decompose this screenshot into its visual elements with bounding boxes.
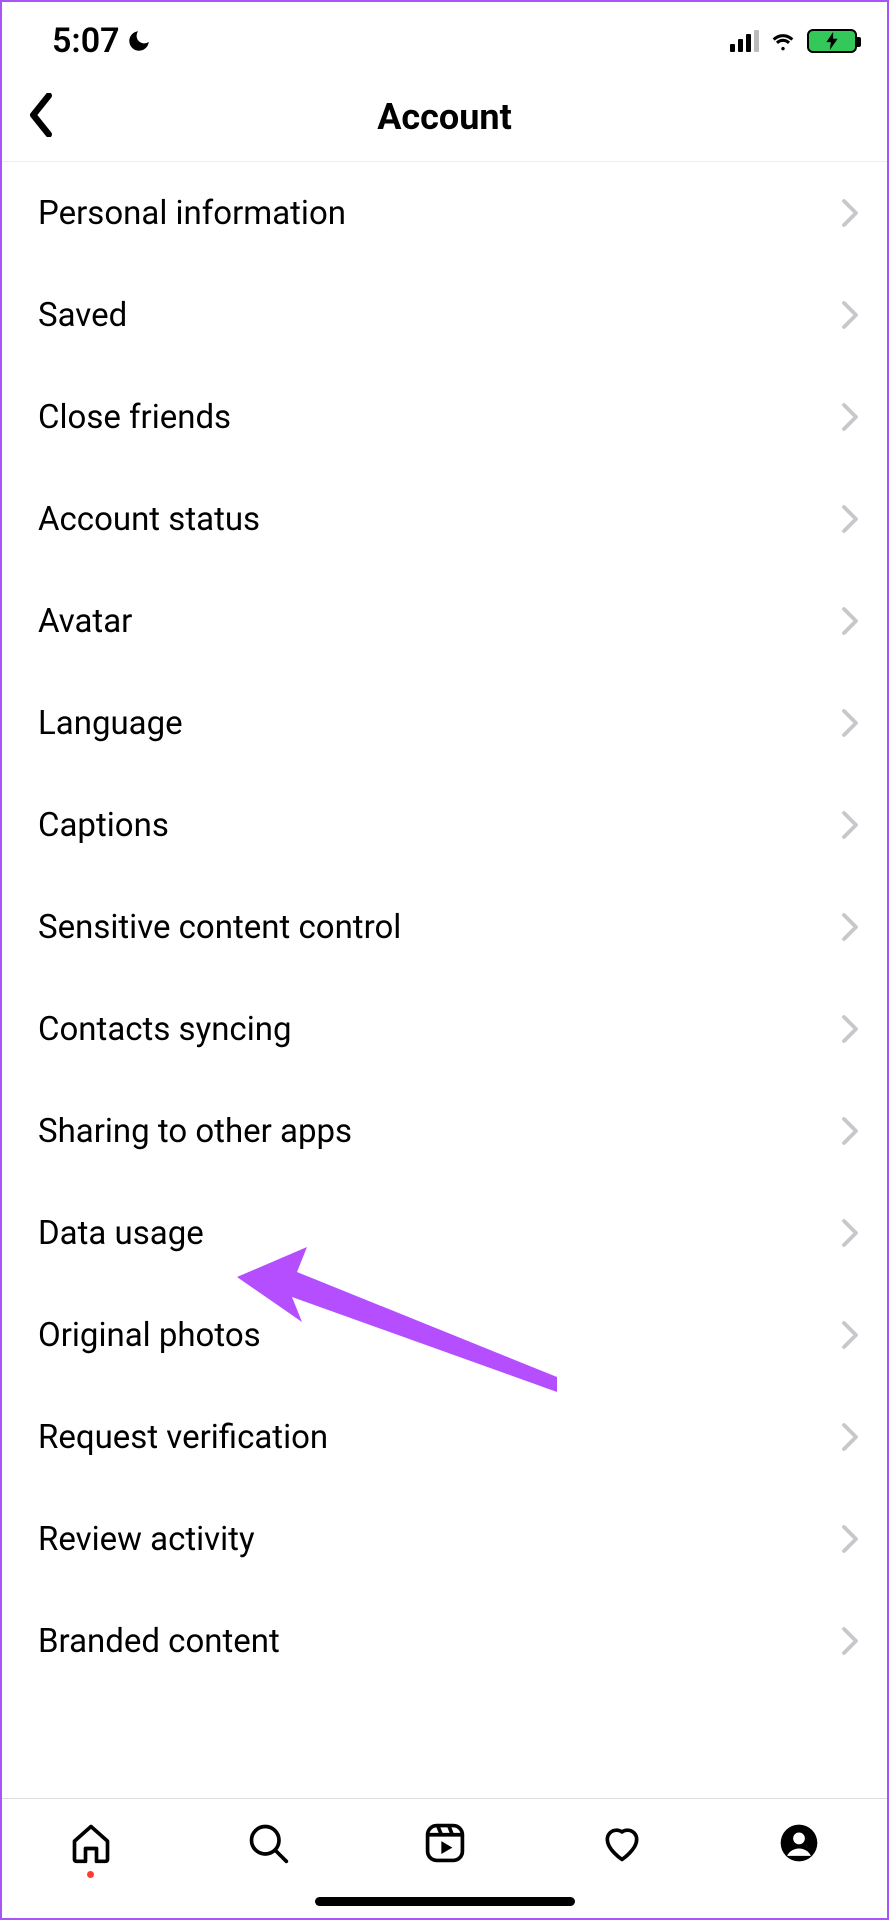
status-left: 5:07 bbox=[52, 21, 152, 61]
list-item-captions[interactable]: Captions bbox=[2, 774, 887, 876]
tab-home[interactable] bbox=[61, 1821, 121, 1878]
header: Account bbox=[2, 72, 887, 162]
list-item-account-status[interactable]: Account status bbox=[2, 468, 887, 570]
chevron-right-icon bbox=[841, 606, 859, 636]
page-title: Account bbox=[377, 96, 512, 138]
list-item-label: Contacts syncing bbox=[38, 1010, 291, 1049]
home-icon bbox=[69, 1821, 113, 1865]
list-item-saved[interactable]: Saved bbox=[2, 264, 887, 366]
chevron-left-icon bbox=[26, 93, 56, 137]
tab-profile[interactable] bbox=[769, 1821, 829, 1865]
chevron-right-icon bbox=[841, 1218, 859, 1248]
list-item-close-friends[interactable]: Close friends bbox=[2, 366, 887, 468]
moon-icon bbox=[126, 28, 152, 54]
chevron-right-icon bbox=[841, 708, 859, 738]
list-item-label: Sensitive content control bbox=[38, 908, 401, 947]
notification-dot-icon bbox=[87, 1871, 94, 1878]
status-bar: 5:07 bbox=[2, 2, 887, 72]
list-item-label: Saved bbox=[38, 296, 127, 335]
list-item-request-verification[interactable]: Request verification bbox=[2, 1386, 887, 1488]
back-button[interactable] bbox=[16, 83, 66, 151]
list-item-label: Close friends bbox=[38, 398, 231, 437]
profile-icon bbox=[777, 1821, 821, 1865]
settings-list: Personal information Saved Close friends… bbox=[2, 162, 887, 1798]
list-item-label: Personal information bbox=[38, 194, 346, 233]
chevron-right-icon bbox=[841, 198, 859, 228]
chevron-right-icon bbox=[841, 1626, 859, 1656]
home-indicator[interactable] bbox=[315, 1897, 575, 1906]
search-icon bbox=[246, 1821, 290, 1865]
chevron-right-icon bbox=[841, 912, 859, 942]
tab-activity[interactable] bbox=[592, 1821, 652, 1865]
list-item-contacts-syncing[interactable]: Contacts syncing bbox=[2, 978, 887, 1080]
list-item-original-photos[interactable]: Original photos bbox=[2, 1284, 887, 1386]
battery-charging-icon bbox=[807, 29, 857, 53]
heart-icon bbox=[600, 1821, 644, 1865]
status-time: 5:07 bbox=[52, 21, 120, 61]
list-item-review-activity[interactable]: Review activity bbox=[2, 1488, 887, 1590]
chevron-right-icon bbox=[841, 1422, 859, 1452]
list-item-data-usage[interactable]: Data usage bbox=[2, 1182, 887, 1284]
list-item-label: Captions bbox=[38, 806, 169, 845]
list-item-branded-content[interactable]: Branded content bbox=[2, 1590, 887, 1692]
chevron-right-icon bbox=[841, 1320, 859, 1350]
list-item-label: Sharing to other apps bbox=[38, 1112, 352, 1151]
list-item-personal-information[interactable]: Personal information bbox=[2, 162, 887, 264]
reels-icon bbox=[423, 1821, 467, 1865]
list-item-sensitive-content-control[interactable]: Sensitive content control bbox=[2, 876, 887, 978]
wifi-icon bbox=[769, 30, 797, 52]
list-item-label: Branded content bbox=[38, 1622, 280, 1661]
list-item-label: Language bbox=[38, 704, 183, 743]
chevron-right-icon bbox=[841, 402, 859, 432]
chevron-right-icon bbox=[841, 1524, 859, 1554]
list-item-label: Request verification bbox=[38, 1418, 328, 1457]
status-right bbox=[730, 29, 857, 53]
list-item-language[interactable]: Language bbox=[2, 672, 887, 774]
list-item-label: Original photos bbox=[38, 1316, 261, 1355]
tab-reels[interactable] bbox=[415, 1821, 475, 1865]
list-item-sharing-to-other-apps[interactable]: Sharing to other apps bbox=[2, 1080, 887, 1182]
chevron-right-icon bbox=[841, 810, 859, 840]
cellular-signal-icon bbox=[730, 30, 759, 52]
list-item-label: Account status bbox=[38, 500, 260, 539]
list-item-label: Review activity bbox=[38, 1520, 255, 1559]
list-item-label: Data usage bbox=[38, 1214, 204, 1253]
chevron-right-icon bbox=[841, 1116, 859, 1146]
tab-search[interactable] bbox=[238, 1821, 298, 1865]
list-item-avatar[interactable]: Avatar bbox=[2, 570, 887, 672]
chevron-right-icon bbox=[841, 1014, 859, 1044]
chevron-right-icon bbox=[841, 504, 859, 534]
chevron-right-icon bbox=[841, 300, 859, 330]
list-item-label: Avatar bbox=[38, 602, 132, 641]
